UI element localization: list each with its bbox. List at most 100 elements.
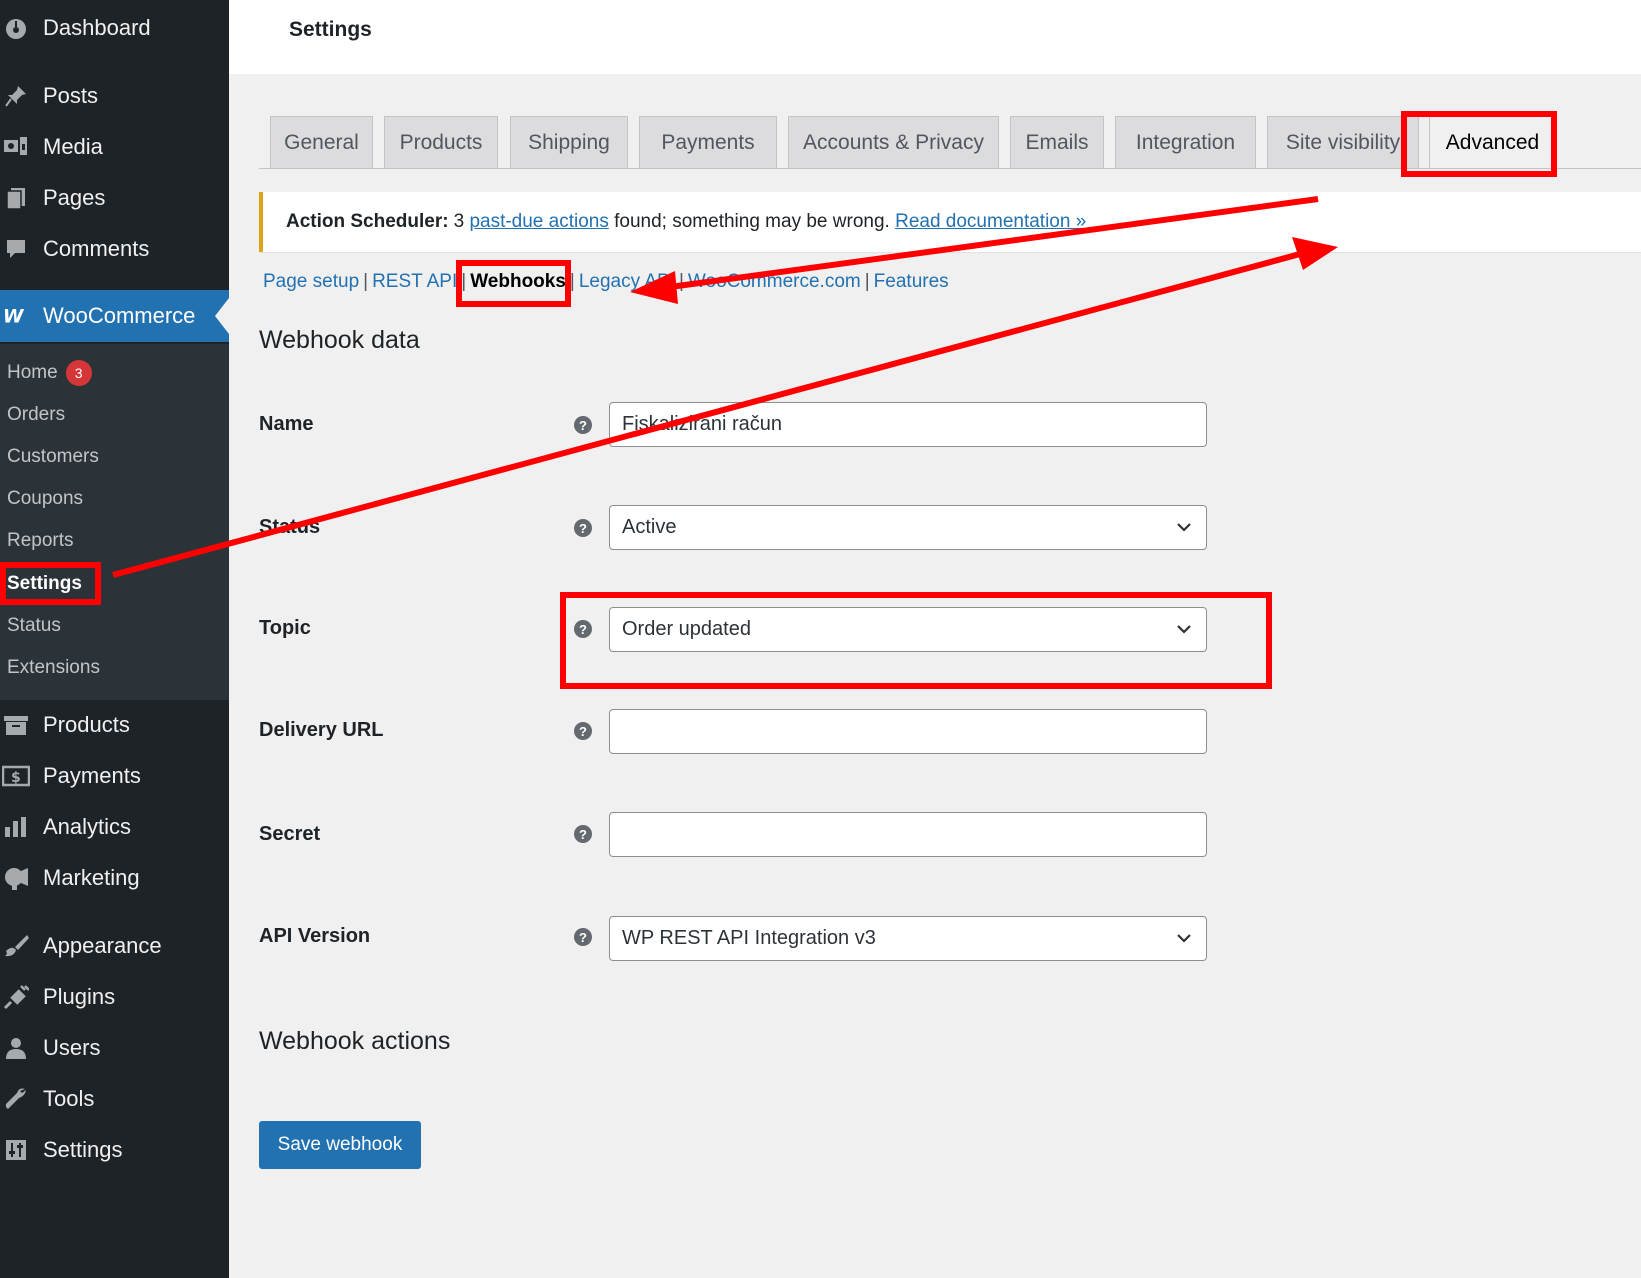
menu-comments-label: Comments bbox=[43, 236, 150, 261]
menu-woocommerce[interactable]: W WooCommerce bbox=[0, 290, 229, 342]
action-scheduler-notice: Action Scheduler: 3 past-due actions fou… bbox=[259, 192, 1641, 252]
subnav-separator: | bbox=[569, 271, 575, 292]
menu-products-label: Products bbox=[43, 712, 130, 737]
subnav-legacy-api[interactable]: Legacy API bbox=[579, 271, 675, 292]
secret-input[interactable] bbox=[609, 812, 1207, 857]
menu-pages[interactable]: Pages bbox=[0, 176, 229, 220]
menu-pages-label: Pages bbox=[43, 185, 106, 210]
menu-media[interactable]: Media bbox=[0, 125, 229, 169]
help-tip-icon[interactable]: ? bbox=[574, 928, 592, 946]
menu-dashboard[interactable]: Dashboard bbox=[0, 6, 229, 50]
dashboard-icon bbox=[2, 14, 30, 42]
tab-payments[interactable]: Payments bbox=[639, 116, 777, 168]
menu-plugins-label: Plugins bbox=[43, 984, 116, 1009]
status-select-value: Active bbox=[622, 516, 677, 538]
tab-accounts-privacy[interactable]: Accounts & Privacy bbox=[788, 116, 999, 168]
wrench-icon bbox=[2, 1085, 30, 1113]
menu-users[interactable]: Users bbox=[0, 1026, 229, 1070]
submenu-extensions[interactable]: Extensions bbox=[7, 657, 100, 679]
api-version-select[interactable]: WP REST API Integration v3 bbox=[609, 916, 1207, 961]
help-tip-icon[interactable]: ? bbox=[574, 620, 592, 638]
topic-label: Topic bbox=[259, 617, 311, 639]
submenu-customers[interactable]: Customers bbox=[7, 446, 99, 468]
menu-analytics[interactable]: Analytics bbox=[0, 805, 229, 849]
menu-appearance-label: Appearance bbox=[43, 933, 162, 958]
help-tip-icon[interactable]: ? bbox=[574, 416, 592, 434]
menu-products[interactable]: Products bbox=[0, 703, 229, 747]
secret-label: Secret bbox=[259, 823, 321, 845]
menu-media-label: Media bbox=[43, 134, 103, 159]
menu-tools[interactable]: Tools bbox=[0, 1077, 229, 1121]
subnav-page-setup[interactable]: Page setup bbox=[263, 271, 359, 292]
menu-payments-label: Payments bbox=[43, 763, 141, 788]
tab-emails[interactable]: Emails bbox=[1010, 116, 1104, 168]
subnav-separator: | bbox=[363, 271, 369, 292]
read-documentation-link[interactable]: Read documentation » bbox=[895, 211, 1086, 233]
menu-woocommerce-label: WooCommerce bbox=[43, 303, 196, 328]
svg-text:W: W bbox=[3, 307, 25, 326]
menu-posts[interactable]: Posts bbox=[0, 74, 229, 118]
subnav-webhooks[interactable]: Webhooks bbox=[470, 271, 566, 292]
dollar-card-icon: $ bbox=[2, 762, 30, 790]
status-label: Status bbox=[259, 516, 321, 538]
past-due-actions-link[interactable]: past-due actions bbox=[469, 211, 608, 233]
status-select[interactable]: Active bbox=[609, 505, 1207, 550]
menu-payments[interactable]: $ Payments bbox=[0, 754, 229, 798]
submenu-home[interactable]: Home 3 bbox=[7, 360, 92, 386]
api-version-label: API Version bbox=[259, 925, 371, 947]
bar-chart-icon bbox=[2, 813, 30, 841]
subnav-separator: | bbox=[864, 271, 870, 292]
menu-posts-label: Posts bbox=[43, 83, 99, 108]
current-menu-arrow bbox=[215, 298, 229, 334]
submenu-coupons[interactable]: Coupons bbox=[7, 488, 83, 510]
page-title: Settings bbox=[289, 18, 372, 41]
pages-icon bbox=[2, 184, 30, 212]
help-tip-icon[interactable]: ? bbox=[574, 825, 592, 843]
tab-products[interactable]: Products bbox=[384, 116, 498, 168]
admin-sidebar: Dashboard Posts Media Pages Comments W W… bbox=[0, 0, 229, 1278]
pushpin-icon bbox=[2, 82, 30, 110]
menu-plugins[interactable]: Plugins bbox=[0, 975, 229, 1019]
chevron-down-icon bbox=[1177, 523, 1191, 532]
submenu-settings[interactable]: Settings bbox=[7, 573, 82, 595]
submenu-reports[interactable]: Reports bbox=[7, 530, 74, 552]
tab-shipping[interactable]: Shipping bbox=[510, 116, 628, 168]
menu-tools-label: Tools bbox=[43, 1086, 95, 1111]
menu-dashboard-label: Dashboard bbox=[43, 15, 151, 40]
media-icon bbox=[2, 133, 30, 161]
user-icon bbox=[2, 1034, 30, 1062]
woocommerce-logo-icon: W bbox=[2, 302, 30, 330]
help-tip-icon[interactable]: ? bbox=[574, 519, 592, 537]
name-input[interactable]: Fiskalizirani račun bbox=[609, 402, 1207, 447]
subnav-features[interactable]: Features bbox=[874, 271, 949, 292]
menu-appearance[interactable]: Appearance bbox=[0, 924, 229, 968]
top-header: Settings bbox=[229, 0, 1641, 74]
menu-analytics-label: Analytics bbox=[43, 814, 132, 839]
subnav-separator: | bbox=[461, 271, 467, 292]
menu-comments[interactable]: Comments bbox=[0, 227, 229, 271]
submenu-home-label: Home bbox=[7, 362, 58, 384]
help-tip-icon[interactable]: ? bbox=[574, 722, 592, 740]
archive-box-icon bbox=[2, 711, 30, 739]
paintbrush-icon bbox=[2, 932, 30, 960]
comment-bubble-icon bbox=[2, 235, 30, 263]
submenu-orders[interactable]: Orders bbox=[7, 404, 65, 426]
tab-advanced[interactable]: Advanced bbox=[1429, 116, 1556, 169]
tab-general[interactable]: General bbox=[270, 116, 373, 168]
menu-marketing[interactable]: Marketing bbox=[0, 856, 229, 900]
menu-settings[interactable]: Settings bbox=[0, 1128, 229, 1172]
tab-integration[interactable]: Integration bbox=[1115, 116, 1256, 168]
tab-divider bbox=[259, 168, 1641, 169]
subnav-woocommerce-com[interactable]: WooCommerce.com bbox=[688, 271, 861, 292]
topic-select[interactable]: Order updated bbox=[609, 607, 1207, 652]
menu-settings-label: Settings bbox=[43, 1137, 123, 1162]
subnav-rest-api[interactable]: REST API bbox=[372, 271, 457, 292]
chevron-down-icon bbox=[1177, 934, 1191, 943]
save-webhook-button[interactable]: Save webhook bbox=[259, 1121, 421, 1169]
topic-select-value: Order updated bbox=[622, 618, 751, 640]
menu-users-label: Users bbox=[43, 1035, 101, 1060]
submenu-status[interactable]: Status bbox=[7, 615, 61, 637]
megaphone-icon bbox=[2, 864, 30, 892]
tab-site-visibility[interactable]: Site visibility bbox=[1267, 116, 1419, 168]
delivery-url-input[interactable] bbox=[609, 709, 1207, 754]
